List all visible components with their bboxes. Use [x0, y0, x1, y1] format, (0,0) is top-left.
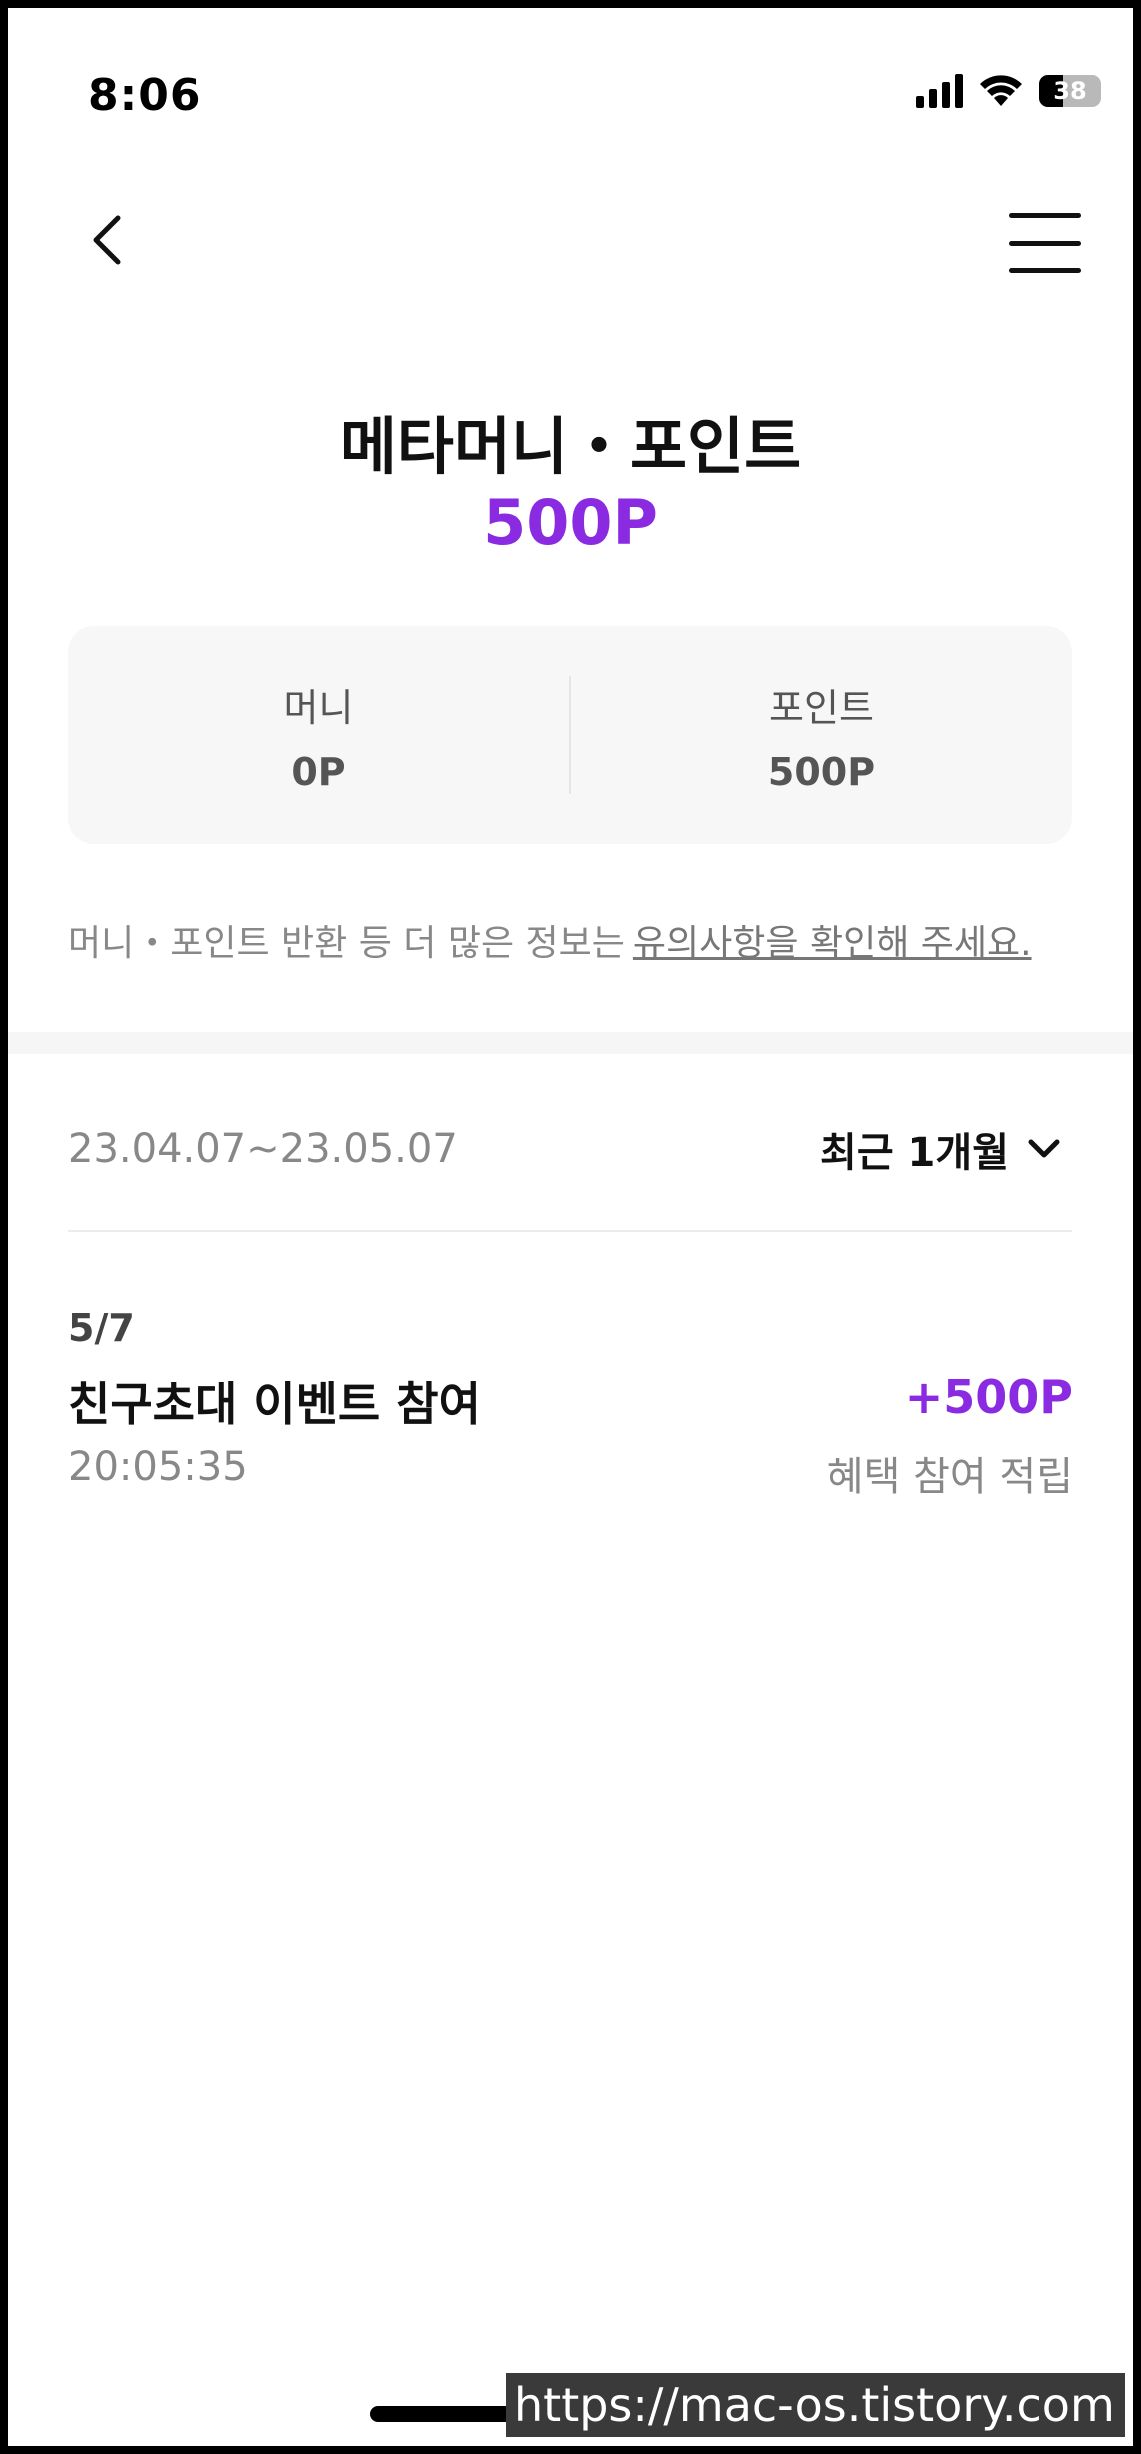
- history-date: 5/7: [68, 1306, 135, 1350]
- balance-summary-card: 머니 0P 포인트 500P: [68, 626, 1072, 844]
- point-summary: 포인트 500P: [571, 677, 1072, 794]
- status-time: 8:06: [88, 70, 202, 121]
- point-label: 포인트: [769, 685, 874, 730]
- period-label: 최근 1개월: [820, 1130, 1009, 1176]
- menu-icon: [1009, 213, 1081, 218]
- section-divider: [8, 1032, 1133, 1054]
- history-title: 친구초대 이벤트 참여: [68, 1377, 481, 1431]
- notice-message: 머니・포인트 반환 등 더 많은 정보는: [68, 923, 625, 964]
- notice-link[interactable]: 유의사항을 확인해 주세요.: [633, 923, 1032, 964]
- history-time: 20:05:35: [68, 1444, 248, 1490]
- total-points: 500P: [483, 486, 658, 559]
- period-dropdown[interactable]: 최근 1개월: [820, 1120, 1061, 1178]
- page-title: 메타머니・포인트: [339, 410, 802, 483]
- watermark: https://mac-os.tistory.com: [506, 2373, 1125, 2437]
- notice-text: 머니・포인트 반환 등 더 많은 정보는 유의사항을 확인해 주세요.: [68, 914, 1032, 966]
- point-value: 500P: [767, 749, 876, 794]
- battery-level: 38: [1053, 77, 1087, 105]
- chevron-down-icon: [1028, 1139, 1060, 1158]
- history-description: 혜택 참여 적립: [826, 1454, 1073, 1500]
- battery-icon: 38: [1039, 75, 1101, 107]
- wifi-icon: [980, 75, 1022, 106]
- money-summary: 머니 0P: [68, 677, 569, 794]
- history-amount: +500P: [904, 1370, 1073, 1424]
- app-screen: 8:06 38 메타머니・포인트 500P 머니 0P 포인트 500P 머니・…: [8, 8, 1133, 2446]
- money-value: 0P: [291, 749, 346, 794]
- cellular-signal-icon: [916, 74, 963, 108]
- list-divider: [68, 1230, 1072, 1232]
- chevron-left-icon: [93, 215, 121, 265]
- back-button[interactable]: [76, 208, 140, 272]
- status-icons: 38: [916, 74, 1101, 108]
- date-range: 23.04.07~23.05.07: [68, 1126, 458, 1172]
- menu-button[interactable]: [1009, 213, 1081, 273]
- money-label: 머니: [283, 685, 354, 730]
